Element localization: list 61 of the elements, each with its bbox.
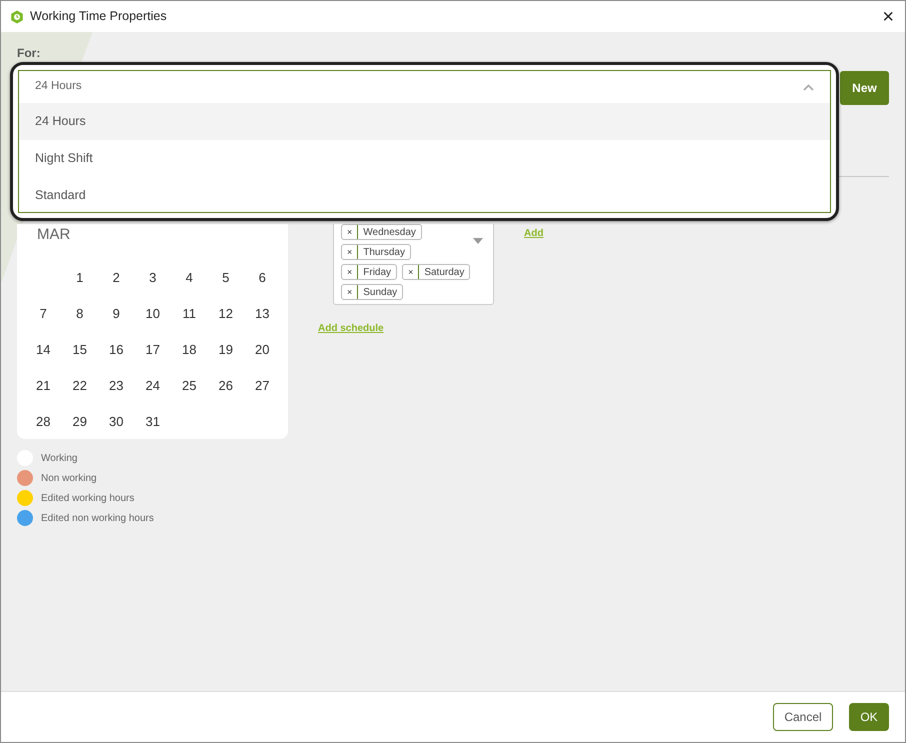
legend-label: Non working [41,472,97,486]
calendar-day[interactable]: 9 [98,296,134,332]
selected-value: 24 Hours [35,79,83,94]
calendar-day[interactable]: 2 [98,260,134,296]
calendar-day[interactable]: 21 [25,368,62,404]
month-label: MAR [36,225,72,245]
day-chip: × Sunday [341,284,404,300]
calendar-day[interactable]: 26 [208,368,244,404]
day-chip: × Thursday [341,244,411,260]
calendar-day[interactable]: 22 [62,368,98,404]
legend-label: Edited non working hours [41,512,154,526]
calendar-day[interactable]: 8 [62,296,98,332]
calendar-day[interactable]: 30 [98,404,134,440]
calendar-day[interactable]: 24 [134,368,171,404]
calendar-day[interactable]: 20 [244,332,280,368]
calendar-day[interactable]: 11 [171,296,208,332]
dropdown-option[interactable]: Standard [19,177,830,214]
calendar-day[interactable]: 15 [62,332,98,368]
close-button[interactable]: × [879,6,897,26]
calendar-day[interactable]: 14 [25,332,62,368]
new-button[interactable]: New [840,71,889,105]
dropdown-field[interactable]: 24 Hours 24 Hours Night Shift Standard [18,70,831,213]
remove-button[interactable]: × [342,225,358,239]
remove-button[interactable]: × [403,265,420,279]
caret-icon[interactable] [803,84,814,90]
calendar-day[interactable]: 23 [98,368,134,404]
ok-button[interactable]: OK [849,703,889,731]
remove-button[interactable]: × [342,245,358,259]
dropdown-option[interactable]: Night Shift [19,140,830,177]
cancel-button[interactable]: Cancel [773,703,833,731]
app-logo-icon [10,10,24,24]
calendar-day[interactable]: 19 [208,332,244,368]
calendar-day[interactable]: 6 [244,260,280,296]
calendar-day[interactable]: 18 [171,332,208,368]
calendar-day[interactable]: 3 [134,260,171,296]
calendar-day[interactable]: 17 [134,332,171,368]
calendar-day[interactable]: 13 [244,296,280,332]
calendar-day[interactable]: 25 [171,368,208,404]
calendar-day[interactable]: 29 [62,404,98,440]
day-chip: × Saturday [402,264,470,280]
calendar-day[interactable]: 28 [25,404,62,440]
legend-label: Working [41,452,78,466]
days-multiselect[interactable]: × Wednesday × Thursday × Friday × Saturday × Sunday [333,224,494,305]
calendar-day[interactable]: 31 [134,404,171,440]
window-title: Working Time Properties [30,8,167,26]
day-chip: × Friday [341,264,398,280]
day-chip: × Wednesday [341,224,422,240]
calendar-day[interactable]: 5 [208,260,244,296]
dropdown-caret-icon[interactable] [473,238,483,244]
calendar-day[interactable]: 12 [208,296,244,332]
calendar-day[interactable]: 10 [134,296,171,332]
calendar-day[interactable]: 16 [98,332,134,368]
calendar-day[interactable]: 7 [25,296,62,332]
calendar-day[interactable]: 27 [244,368,280,404]
remove-button[interactable]: × [342,285,358,299]
legend-label: Edited working hours [41,492,134,506]
remove-button[interactable]: × [342,265,358,279]
calendar-day[interactable]: 1 [62,260,98,296]
dropdown-option[interactable]: 24 Hours [19,103,830,140]
field-label: For: [17,45,42,62]
calendar-day[interactable]: 4 [171,260,208,296]
